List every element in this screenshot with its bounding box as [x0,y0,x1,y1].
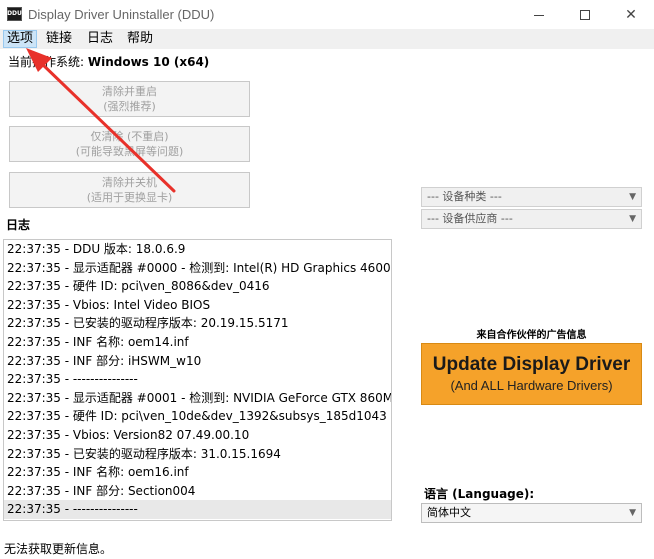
clean-restart-line2: (强烈推荐) [103,100,156,113]
ad-subline: (And ALL Hardware Drivers) [450,378,613,393]
log-line[interactable]: 22:37:35 - DDU 版本: 18.0.6.9 [4,240,391,259]
minimize-icon [534,14,544,16]
log-line[interactable]: 22:37:35 - INF 部分: iHSWM_w10 [4,352,391,371]
log-line[interactable]: 22:37:35 - INF 名称: oem14.inf [4,333,391,352]
menu-bar: 选项 链接 日志 帮助 [0,29,654,49]
clean-only-line1: 仅清除 (不重启) [90,130,169,143]
clean-restart-line1: 清除并重启 [102,85,157,98]
close-icon: ✕ [625,7,637,23]
log-listbox[interactable]: 22:37:35 - DDU 版本: 18.0.6.9 22:37:35 - 显示… [3,239,392,521]
menu-help[interactable]: 帮助 [124,30,156,48]
app-icon-text: DDU [7,10,22,17]
log-title: 日志 [6,218,31,232]
log-line[interactable]: 22:37:35 - 硬件 ID: pci\ven_8086&dev_0416 [4,277,391,296]
device-type-value: --- 设备种类 --- [427,190,502,203]
device-vendor-select[interactable]: --- 设备供应商 --- ▼ [421,209,642,229]
log-line[interactable]: 22:37:35 - --------------- [4,500,391,519]
language-label: 语言 (Language): [424,487,535,501]
log-line[interactable]: 22:37:35 - --------------- [4,370,391,389]
os-value: Windows 10 (x64) [87,55,210,69]
language-value: 简体中文 [427,506,471,519]
ad-headline: Update Display Driver [432,354,631,375]
menu-log[interactable]: 日志 [84,30,116,48]
clean-shutdown-line2: (适用于更换显卡) [86,191,173,204]
os-label: 当前操作系统: [8,55,88,69]
log-line[interactable]: 22:37:35 - Vbios: Intel Video BIOS [4,296,391,315]
log-line[interactable]: 22:37:35 - 已安装的驱动程序版本: 20.19.15.5171 [4,314,391,333]
title-bar: DDU Display Driver Uninstaller (DDU) ✕ [0,0,654,30]
os-info: 当前操作系统: Windows 10 (x64) [8,53,209,70]
clean-and-shutdown-button[interactable]: 清除并关机 (适用于更换显卡) [9,172,250,208]
clean-only-line2: (可能导致黑屏等问题) [75,145,184,158]
device-type-select[interactable]: --- 设备种类 --- ▼ [421,187,642,207]
chevron-down-icon: ▼ [629,508,636,518]
clean-and-restart-button[interactable]: 清除并重启 (强烈推荐) [9,81,250,117]
log-line[interactable]: 22:37:35 - 显示适配器 #0000 - 检测到: Intel(R) H… [4,259,391,278]
clean-only-button[interactable]: 仅清除 (不重启) (可能导致黑屏等问题) [9,126,250,162]
language-select[interactable]: 简体中文 ▼ [421,503,642,523]
log-line[interactable]: 22:37:35 - INF 名称: oem16.inf [4,463,391,482]
menu-options[interactable]: 选项 [3,30,38,48]
log-line[interactable]: 22:37:35 - 显示适配器 #0001 - 检测到: NVIDIA GeF… [4,389,391,408]
status-text: 无法获取更新信息。 [4,542,113,556]
clean-shutdown-line1: 清除并关机 [102,176,157,189]
close-button[interactable]: ✕ [608,0,654,30]
log-line[interactable]: 22:37:35 - Vbios: Version82 07.49.00.10 [4,426,391,445]
log-line[interactable]: 22:37:35 - INF 部分: Section004 [4,482,391,501]
log-line[interactable]: 22:37:35 - 硬件 ID: pci\ven_10de&dev_1392&… [4,407,391,426]
menu-links[interactable]: 链接 [43,30,75,48]
update-driver-ad-banner[interactable]: Update Display Driver (And ALL Hardware … [421,343,642,405]
ad-label: 来自合作伙伴的广告信息 [476,330,587,341]
chevron-down-icon: ▼ [629,214,636,224]
window-title: Display Driver Uninstaller (DDU) [28,7,215,22]
minimize-button[interactable] [516,0,562,30]
ddu-app-icon: DDU [7,7,22,21]
device-vendor-value: --- 设备供应商 --- [427,212,513,225]
maximize-icon [580,10,590,20]
log-line[interactable]: 22:37:35 - 已安装的驱动程序版本: 31.0.15.1694 [4,445,391,464]
maximize-button[interactable] [562,0,608,30]
chevron-down-icon: ▼ [629,192,636,202]
